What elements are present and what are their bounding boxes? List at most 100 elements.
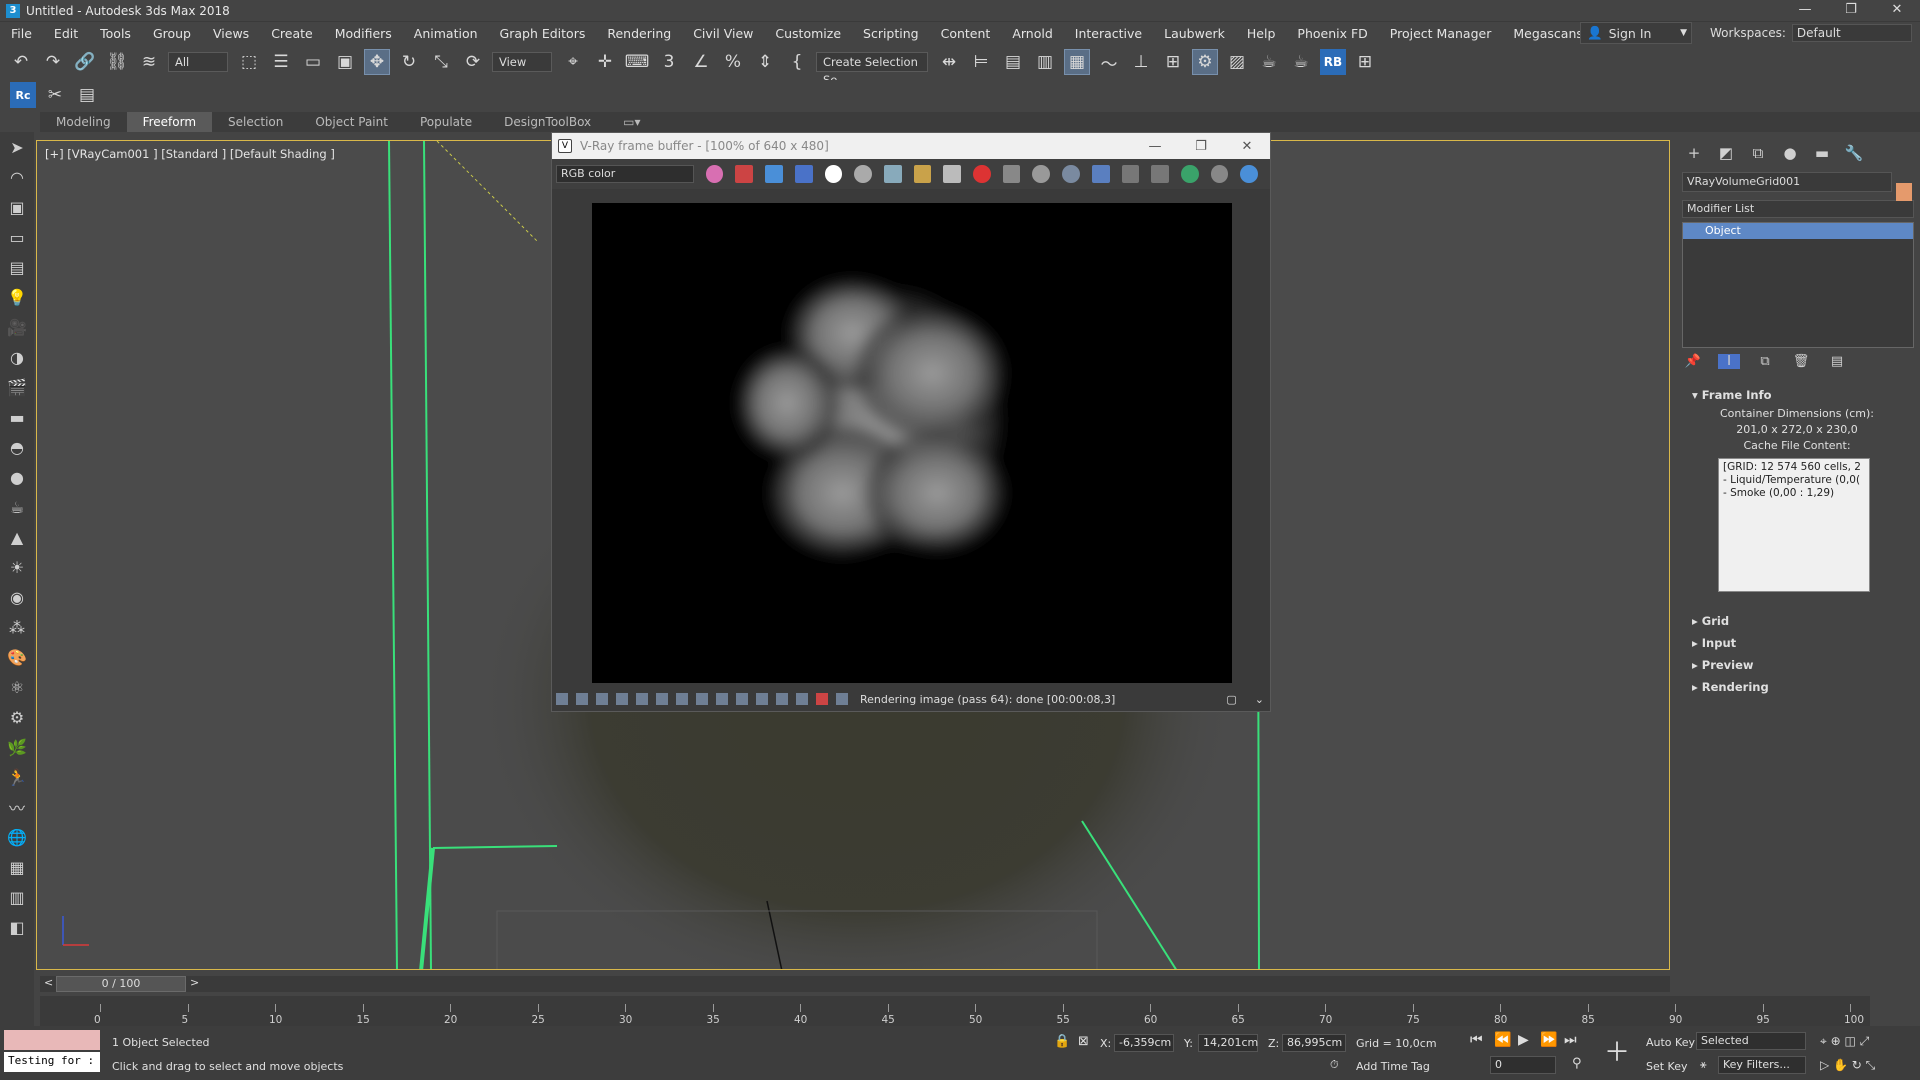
settings-icon[interactable]: [716, 693, 728, 705]
align-icon[interactable]: ⊨: [968, 49, 994, 75]
create-tab-icon[interactable]: +: [1682, 144, 1706, 162]
ab-compare-icon[interactable]: [796, 693, 808, 705]
menu-animation[interactable]: Animation: [403, 26, 489, 41]
sphere2-icon[interactable]: ◉: [0, 582, 34, 612]
ribbon-toggle-icon[interactable]: ▭▾: [607, 112, 656, 132]
render-icon[interactable]: ▦: [0, 852, 34, 882]
histogram-icon[interactable]: [676, 693, 688, 705]
history-icon[interactable]: [556, 693, 568, 705]
menu-phoenix-fd[interactable]: Phoenix FD: [1286, 26, 1378, 41]
edit-named-selection-icon[interactable]: {: [784, 49, 810, 75]
make-unique-icon[interactable]: ⧉: [1754, 354, 1776, 369]
gear-icon[interactable]: ⚙: [0, 702, 34, 732]
teapot-render-icon[interactable]: [1240, 165, 1259, 183]
y-coordinate-field[interactable]: 14,201cm: [1198, 1034, 1258, 1052]
rotate-icon[interactable]: ↻: [396, 49, 422, 75]
plane-icon[interactable]: ▭: [0, 222, 34, 252]
render-iterative-icon[interactable]: ☕: [1288, 49, 1314, 75]
figure-icon[interactable]: 🏃: [0, 762, 34, 792]
rectangle-icon[interactable]: ▬: [0, 402, 34, 432]
window-crossing-icon[interactable]: ▣: [332, 49, 358, 75]
move-icon[interactable]: ✥: [364, 49, 390, 75]
vfb-close-button[interactable]: ✕: [1224, 139, 1270, 154]
load-image-icon[interactable]: [913, 165, 932, 183]
reference-coord-dropdown[interactable]: View: [492, 52, 552, 72]
curve-editor-icon[interactable]: 〜: [1096, 49, 1122, 75]
dots-icon[interactable]: [836, 693, 848, 705]
toggle-ribbon-icon[interactable]: ▥: [1032, 49, 1058, 75]
chevron-down-icon[interactable]: ⌄: [1255, 693, 1264, 706]
color-correction-icon[interactable]: [1091, 165, 1110, 183]
redo-icon[interactable]: ↷: [40, 49, 66, 75]
motion-tab-icon[interactable]: ●: [1778, 144, 1802, 162]
modifier-list-dropdown[interactable]: Modifier List: [1682, 200, 1914, 218]
color-picker-icon[interactable]: [705, 165, 724, 183]
object-name-field[interactable]: VRayVolumeGrid001: [1682, 172, 1892, 192]
cache-content-box[interactable]: [GRID: 12 574 560 cells, 2 - Liquid/Temp…: [1718, 458, 1870, 592]
tab-object-paint[interactable]: Object Paint: [299, 112, 404, 132]
set-key-button[interactable]: Set Key: [1646, 1060, 1688, 1073]
particles-icon[interactable]: ⁂: [0, 612, 34, 642]
preview-rollout[interactable]: ▸ Preview: [1682, 654, 1914, 676]
set-key-big-icon[interactable]: ＋: [1604, 1032, 1630, 1069]
menu-tools[interactable]: Tools: [89, 26, 142, 41]
rect-selection-icon[interactable]: ▭: [300, 49, 326, 75]
unlink-icon[interactable]: ⛓: [104, 49, 130, 75]
menu-customize[interactable]: Customize: [764, 26, 852, 41]
display-tab-icon[interactable]: ▬: [1810, 144, 1834, 162]
table-icon[interactable]: ▤: [74, 82, 100, 108]
menu-help[interactable]: Help: [1236, 26, 1287, 41]
menu-modifiers[interactable]: Modifiers: [324, 26, 403, 41]
place-icon[interactable]: ⟳: [460, 49, 486, 75]
rendering-rollout[interactable]: ▸ Rendering: [1682, 676, 1914, 698]
undo-icon[interactable]: ↶: [8, 49, 34, 75]
track-bar[interactable]: 0 5 10 15 20 25 30 35 40 45 50 55 60 65 70 75 80 85 90 95 10…: [40, 996, 1870, 1026]
vfb-maximize-button[interactable]: ❐: [1178, 139, 1224, 154]
alpha-channel-icon[interactable]: [824, 165, 843, 183]
layer-explorer-icon[interactable]: ▤: [1000, 49, 1026, 75]
key-filters-button[interactable]: Key Filters...: [1718, 1056, 1806, 1074]
prev-frame-icon[interactable]: <: [44, 976, 53, 989]
red-channel-icon[interactable]: [735, 165, 754, 183]
menu-project-manager[interactable]: Project Manager: [1379, 26, 1503, 41]
key-selection-dropdown[interactable]: Selected: [1696, 1032, 1806, 1050]
spinner-snap-icon[interactable]: ⇕: [752, 49, 778, 75]
tab-freeform[interactable]: Freeform: [126, 112, 213, 132]
z-coordinate-field[interactable]: 86,995cm: [1282, 1034, 1346, 1052]
clear-image-icon[interactable]: [943, 165, 962, 183]
video-icon[interactable]: 🎬: [0, 372, 34, 402]
render-image[interactable]: [592, 203, 1232, 683]
hierarchy-tab-icon[interactable]: ⧉: [1746, 144, 1770, 162]
select-object-icon[interactable]: ⬚: [236, 49, 262, 75]
chart-icon[interactable]: ▥: [0, 882, 34, 912]
grid-rollout[interactable]: ▸ Grid: [1682, 610, 1914, 632]
named-selection-dropdown[interactable]: Create Selection Se: [816, 52, 928, 87]
mono-channel-icon[interactable]: [854, 165, 872, 183]
go-to-start-icon[interactable]: ⏮: [1470, 1032, 1483, 1048]
menu-civil-view[interactable]: Civil View: [682, 26, 764, 41]
compare-icon[interactable]: [576, 693, 588, 705]
menu-arnold[interactable]: Arnold: [1001, 26, 1063, 41]
tab-selection[interactable]: Selection: [212, 112, 299, 132]
stop-render-icon[interactable]: [973, 165, 991, 183]
curves-icon[interactable]: [636, 693, 648, 705]
menu-edit[interactable]: Edit: [43, 26, 89, 41]
percent-snap-icon[interactable]: %: [720, 49, 746, 75]
frame-icon[interactable]: [756, 693, 768, 705]
modify-tab-icon[interactable]: ◩: [1714, 144, 1738, 162]
x-coordinate-field[interactable]: -6,359cm: [1114, 1034, 1174, 1052]
next-frame-icon[interactable]: >: [190, 976, 199, 989]
angle-snap-icon[interactable]: ∠: [688, 49, 714, 75]
channel-dropdown[interactable]: RGB color: [556, 165, 694, 183]
keyboard-shortcut-icon[interactable]: ⌨: [624, 49, 650, 75]
remove-modifier-icon[interactable]: 🗑: [1790, 354, 1812, 369]
vfb-minimize-button[interactable]: —: [1132, 139, 1178, 154]
exposure-icon[interactable]: [656, 693, 668, 705]
stack-item-object[interactable]: Object: [1683, 223, 1913, 239]
selection-filter-dropdown[interactable]: All: [168, 52, 228, 72]
sphere-icon[interactable]: ●: [0, 462, 34, 492]
menu-scripting[interactable]: Scripting: [852, 26, 930, 41]
menu-file[interactable]: File: [0, 26, 43, 41]
key-mode-icon[interactable]: ⚲: [1572, 1056, 1582, 1071]
show-end-result-icon[interactable]: I: [1718, 353, 1740, 369]
